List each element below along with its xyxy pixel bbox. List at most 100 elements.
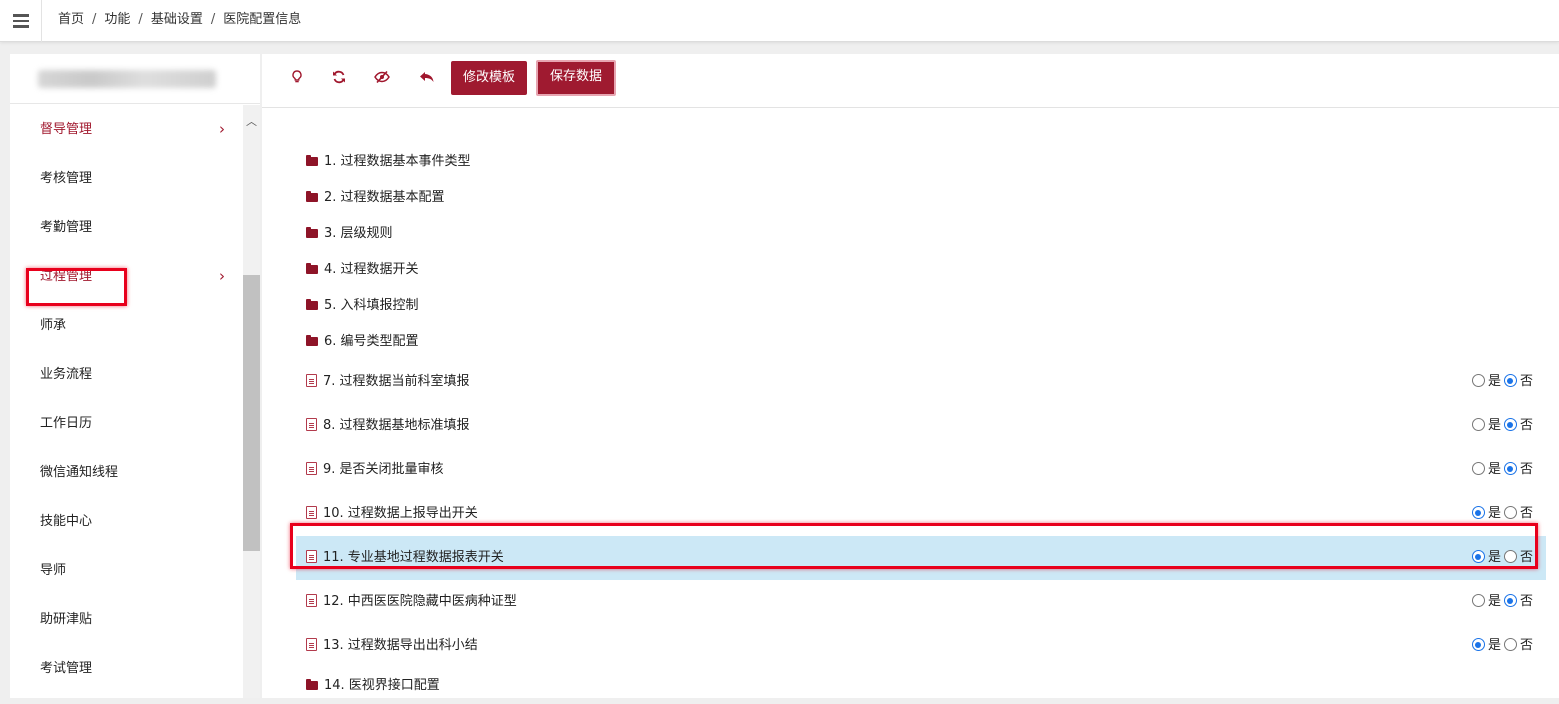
breadcrumb-home[interactable]: 首页 [58, 12, 84, 27]
sidebar-item-label: 过程管理 [40, 269, 93, 284]
tree-node-folder[interactable]: 6. 编号类型配置 [306, 324, 1536, 360]
sidebar-item-label: 考试管理 [40, 661, 93, 676]
tree-node-leaf[interactable]: 9. 是否关闭批量审核 是否 [306, 448, 1536, 492]
radio-no[interactable] [1503, 638, 1517, 651]
undo-icon[interactable] [413, 66, 441, 94]
radio-no[interactable] [1503, 594, 1517, 607]
tree-node-label: 1. 过程数据基本事件类型 [324, 154, 471, 169]
sidebar-scrollbar[interactable]: ︿ [243, 105, 260, 698]
sidebar-item-exam[interactable]: 考试管理 [10, 644, 243, 693]
sidebar-item-label: 技能中心 [40, 514, 93, 529]
tree-node-folder[interactable]: 14. 医视界接口配置 [306, 668, 1536, 704]
radio-yes-label: 是 [1487, 550, 1501, 565]
sidebar-item-mentorship[interactable]: 师承 [10, 301, 243, 350]
scrollbar-thumb[interactable] [243, 275, 260, 551]
sidebar-item-assessment[interactable]: 考核管理 [10, 154, 243, 203]
eye-slash-icon[interactable] [368, 66, 396, 94]
breadcrumb-function[interactable]: 功能 [104, 12, 130, 27]
folder-icon [306, 299, 318, 310]
tree-node-label: 14. 医视界接口配置 [324, 678, 440, 693]
top-bar: 首页 / 功能 / 基础设置 / 医院配置信息 [0, 0, 1559, 42]
radio-yes[interactable] [1471, 462, 1485, 475]
radio-no[interactable] [1503, 550, 1517, 563]
sidebar-item-supervision[interactable]: 督导管理 › [10, 105, 243, 154]
radio-yes-label: 是 [1487, 374, 1501, 389]
radio-no-label: 否 [1519, 594, 1533, 609]
radio-no-label: 否 [1519, 374, 1533, 389]
radio-yes[interactable] [1471, 550, 1485, 563]
radio-yes[interactable] [1471, 374, 1485, 387]
tree-node-label: 11. 专业基地过程数据报表开关 [323, 550, 504, 565]
folder-icon [306, 227, 318, 238]
sidebar-item-tutor[interactable]: 导师 [10, 546, 243, 595]
radio-yes-label: 是 [1487, 462, 1501, 477]
breadcrumb-basic-settings[interactable]: 基础设置 [151, 12, 203, 27]
tree-node-label: 4. 过程数据开关 [324, 262, 419, 277]
yes-no-radio-group: 是否 [1471, 536, 1536, 580]
tree-node-leaf[interactable]: 13. 过程数据导出出科小结 是否 [306, 624, 1536, 668]
radio-yes[interactable] [1471, 638, 1485, 651]
refresh-icon[interactable] [325, 66, 353, 94]
tree-node-leaf[interactable]: 12. 中西医医院隐藏中医病种证型 是 否 [306, 580, 1536, 624]
save-data-button[interactable]: 保存数据 [536, 60, 617, 96]
folder-icon [306, 335, 318, 346]
radio-no[interactable] [1503, 506, 1517, 519]
tree-node-folder[interactable]: 1. 过程数据基本事件类型 [306, 144, 1536, 180]
tree-node-folder[interactable]: 3. 层级规则 [306, 216, 1536, 252]
toolbar: 修改模板 保存数据 [262, 54, 1559, 108]
yes-no-radio-group: 是否 [1471, 360, 1536, 404]
sidebar-item-label: 师承 [40, 318, 67, 333]
sidebar-item-label: 考核管理 [40, 171, 93, 186]
scroll-up-icon[interactable]: ︿ [243, 113, 260, 129]
radio-no[interactable] [1503, 462, 1517, 475]
lightbulb-icon[interactable] [283, 66, 311, 94]
sidebar-item-label: 工作日历 [40, 416, 93, 431]
sidebar-item-allowance[interactable]: 助研津贴 [10, 595, 243, 644]
document-icon [306, 506, 317, 519]
sidebar-item-workflow[interactable]: 业务流程 [10, 350, 243, 399]
chevron-right-icon: › [219, 267, 225, 285]
sidebar-item-skill-center[interactable]: 技能中心 [10, 497, 243, 546]
sidebar-menu: 督导管理 › 考核管理 考勤管理 过程管理 › 师承 业务流程 工作日历 微信通知线… [10, 105, 243, 693]
sidebar-item-calendar[interactable]: 工作日历 [10, 399, 243, 448]
tree-node-label: 12. 中西医医院隐藏中医病种证型 [323, 594, 517, 609]
sidebar-item-process[interactable]: 过程管理 › [10, 252, 243, 301]
tree-node-label: 3. 层级规则 [324, 226, 393, 241]
radio-no-label: 否 [1519, 550, 1533, 565]
radio-yes[interactable] [1471, 418, 1485, 431]
radio-no[interactable] [1503, 374, 1517, 387]
radio-yes-label: 是 [1487, 594, 1501, 609]
edit-template-button[interactable]: 修改模板 [451, 61, 528, 95]
tree-node-folder[interactable]: 5. 入科填报控制 [306, 288, 1536, 324]
radio-no-label: 否 [1519, 462, 1533, 477]
document-icon [306, 418, 317, 431]
sidebar-header [10, 54, 260, 104]
sidebar-item-label: 微信通知线程 [40, 465, 119, 480]
document-icon [306, 594, 317, 607]
tree-node-label: 13. 过程数据导出出科小结 [323, 638, 478, 653]
sidebar-item-wechat-notify[interactable]: 微信通知线程 [10, 448, 243, 497]
radio-no-label: 否 [1519, 638, 1533, 653]
tree-node-folder[interactable]: 2. 过程数据基本配置 [306, 180, 1536, 216]
sidebar-item-label: 业务流程 [40, 367, 93, 382]
radio-yes[interactable] [1471, 594, 1485, 607]
menu-toggle-icon[interactable] [0, 0, 42, 42]
tree-node-leaf-selected[interactable]: 11. 专业基地过程数据报表开关 是否 [296, 536, 1546, 580]
tree-node-leaf[interactable]: 7. 过程数据当前科室填报 是否 [306, 360, 1536, 404]
radio-no[interactable] [1503, 418, 1517, 431]
tree-node-leaf[interactable]: 10. 过程数据上报导出开关 是否 [306, 492, 1536, 536]
config-tree: 1. 过程数据基本事件类型 2. 过程数据基本配置 3. 层级规则 4. 过程数… [296, 144, 1546, 704]
document-icon [306, 462, 317, 475]
folder-icon [306, 155, 318, 166]
chevron-right-icon: › [219, 120, 225, 138]
radio-yes[interactable] [1471, 506, 1485, 519]
tree-node-leaf[interactable]: 8. 过程数据基地标准填报 是否 [306, 404, 1536, 448]
sidebar-item-label: 督导管理 [40, 122, 93, 137]
sidebar-item-attendance[interactable]: 考勤管理 [10, 203, 243, 252]
radio-no-label: 否 [1519, 418, 1533, 433]
tree-node-label: 10. 过程数据上报导出开关 [323, 506, 478, 521]
folder-icon [306, 679, 318, 690]
document-icon [306, 638, 317, 651]
tree-node-folder[interactable]: 4. 过程数据开关 [306, 252, 1536, 288]
tree-node-label: 7. 过程数据当前科室填报 [323, 374, 470, 389]
